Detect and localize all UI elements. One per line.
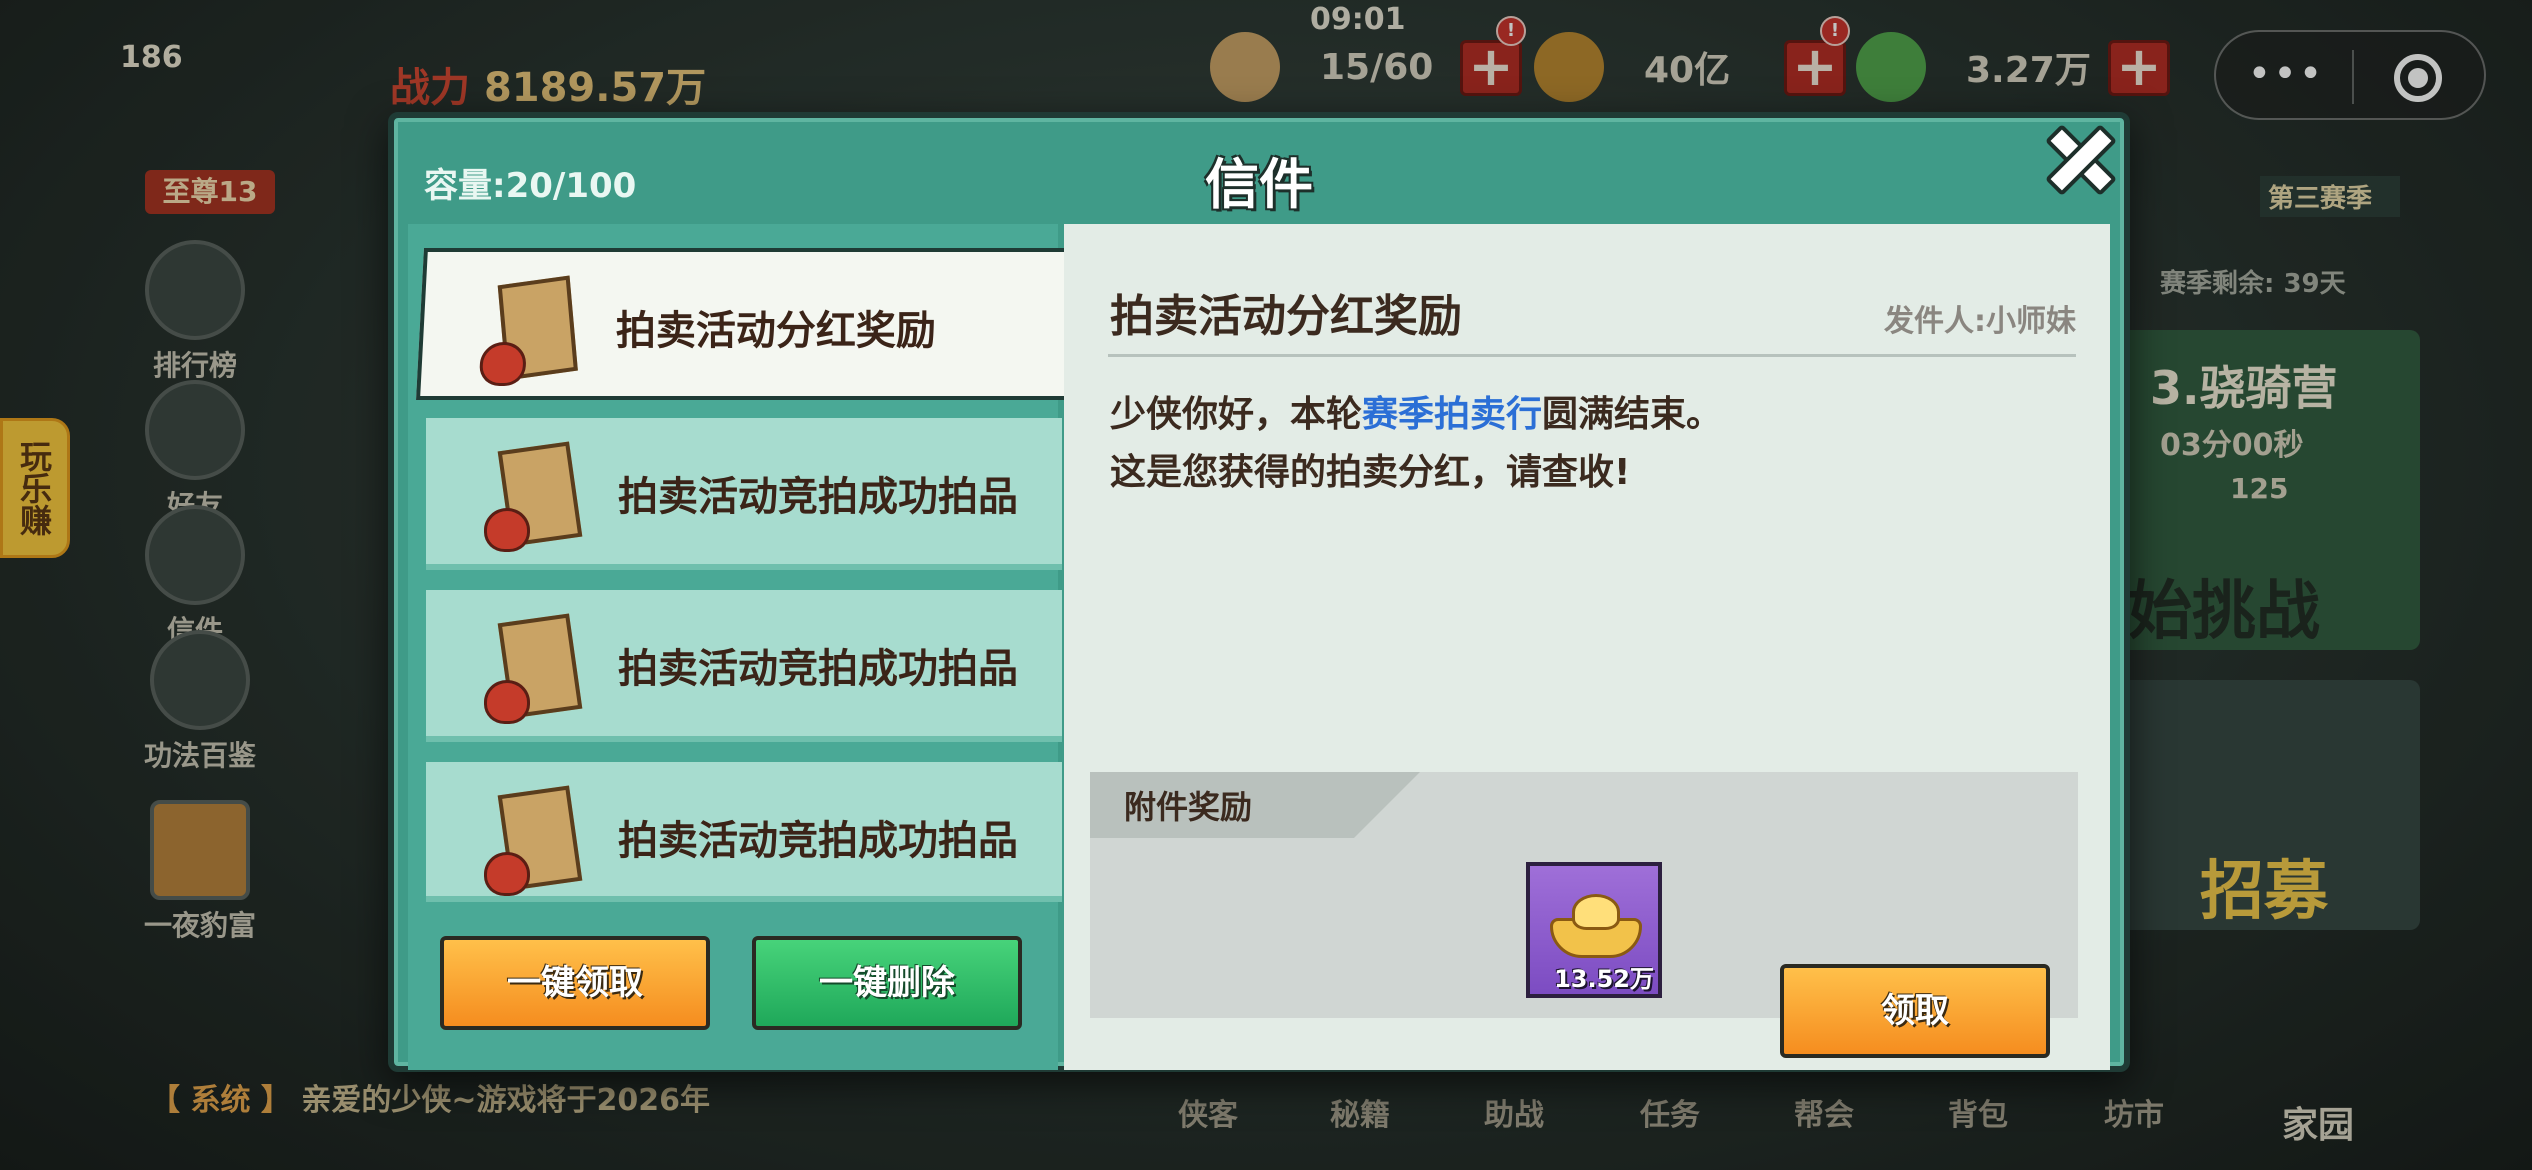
mail-detail: 拍卖活动分红奖励 发件人:小师妹 少侠你好，本轮赛季拍卖行圆满结束。 这是您获得… xyxy=(1064,224,2110,1070)
gold-ingot-icon xyxy=(1550,890,1642,960)
mail-body-line-1: 少侠你好，本轮赛季拍卖行圆满结束。 xyxy=(1110,386,1722,444)
envelope-icon xyxy=(484,613,584,728)
body-text: 少侠你好，本轮 xyxy=(1110,394,1363,435)
envelope-icon xyxy=(484,441,584,556)
envelope-icon xyxy=(484,785,584,900)
mail-list-item[interactable]: 拍卖活动竞拍成功拍品 xyxy=(426,418,1062,570)
money-bag-icon xyxy=(484,508,530,552)
mail-list-item[interactable]: 拍卖活动竞拍成功拍品 xyxy=(426,590,1062,742)
money-bag-icon xyxy=(484,680,530,724)
body-text: 圆满结束。 xyxy=(1542,394,1723,435)
envelope-icon xyxy=(478,275,585,390)
mail-item-title: 拍卖活动竞拍成功拍品 xyxy=(618,474,1018,520)
sender-label: 发件人: xyxy=(1884,304,1986,339)
sender-name: 小师妹 xyxy=(1986,304,2076,339)
mail-list: 拍卖活动分红奖励 拍卖活动竞拍成功拍品 拍卖活动竞拍成功拍品 拍卖活动竞拍成功拍… xyxy=(408,224,1084,1070)
delete-all-button[interactable]: 一键删除 xyxy=(752,936,1022,1030)
money-bag-icon xyxy=(478,342,528,386)
claim-button[interactable]: 领取 xyxy=(1780,964,2050,1058)
claim-all-button[interactable]: 一键领取 xyxy=(440,936,710,1030)
mail-dialog: 容量:20/100 信件 拍卖活动分红奖励 拍卖活动竞拍成功拍品 拍卖活动竞拍成… xyxy=(388,112,2130,1072)
mail-body: 少侠你好，本轮赛季拍卖行圆满结束。 这是您获得的拍卖分红，请查收! xyxy=(1110,386,1722,502)
reward-item[interactable]: 13.52万 xyxy=(1526,862,1662,998)
attachment-label: 附件奖励 xyxy=(1124,788,1253,826)
mail-list-item[interactable]: 拍卖活动竞拍成功拍品 xyxy=(426,762,1062,902)
mail-item-title: 拍卖活动竞拍成功拍品 xyxy=(618,646,1018,692)
mail-item-title: 拍卖活动分红奖励 xyxy=(615,308,936,354)
detail-divider xyxy=(1108,354,2076,357)
dialog-title: 信件 xyxy=(1205,153,1313,216)
mail-body-line-2: 这是您获得的拍卖分红，请查收! xyxy=(1110,452,1631,493)
reward-quantity: 13.52万 xyxy=(1554,965,1654,993)
mail-item-title: 拍卖活动竞拍成功拍品 xyxy=(618,818,1018,864)
money-bag-icon xyxy=(484,852,530,896)
mail-list-item-selected[interactable]: 拍卖活动分红奖励 xyxy=(416,248,1084,400)
close-icon[interactable] xyxy=(2038,118,2114,194)
mail-detail-title: 拍卖活动分红奖励 xyxy=(1110,291,1462,342)
auction-house-link[interactable]: 赛季拍卖行 xyxy=(1362,394,1542,435)
mail-sender: 发件人:小师妹 xyxy=(1884,296,2076,340)
